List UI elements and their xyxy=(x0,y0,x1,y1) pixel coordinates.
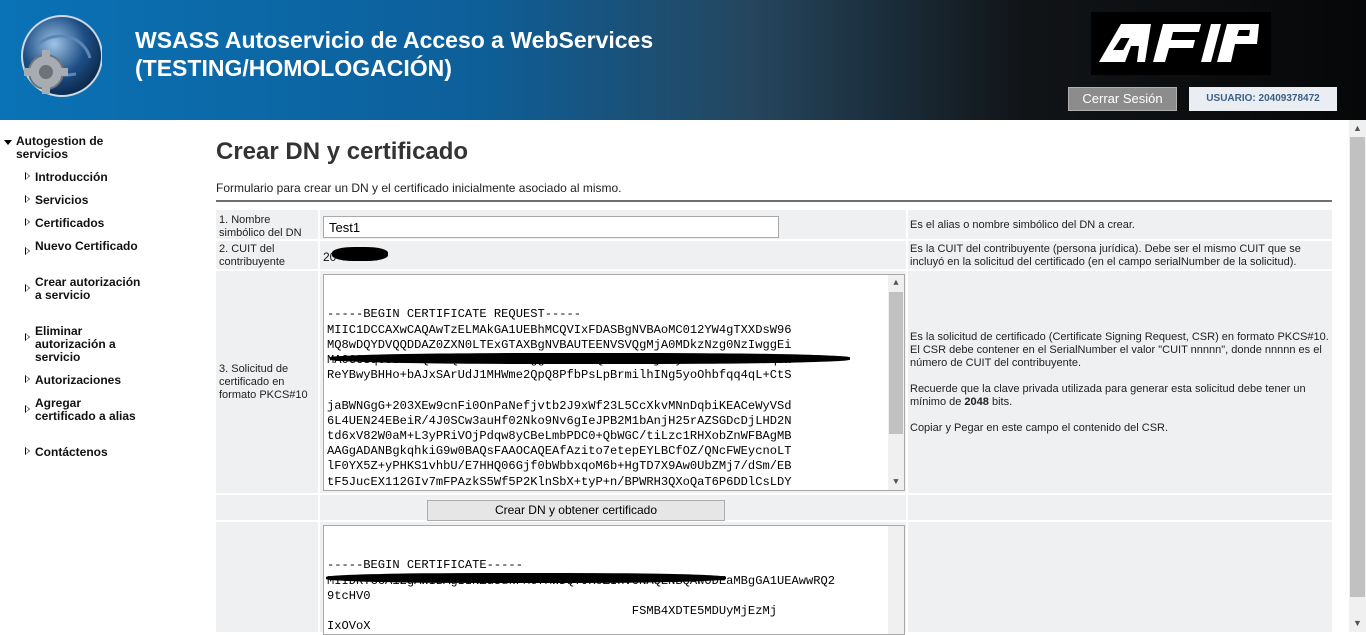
form-row-csr: 3. Solicitud de certificado en formato P… xyxy=(216,271,1332,493)
csr-cell: -----BEGIN CERTIFICATE REQUEST----- MIIC… xyxy=(320,271,906,493)
page-description: Formulario para crear un DN y el certifi… xyxy=(216,181,622,195)
logout-button[interactable]: Cerrar Sesión xyxy=(1068,87,1177,111)
user-badge: USUARIO: 20409378472 xyxy=(1189,87,1337,111)
sidebar-item-certificados[interactable]: Certificados xyxy=(24,217,144,230)
sidebar-heading[interactable]: Autogestion de servicios xyxy=(4,135,144,161)
scroll-up-icon[interactable]: ▲ xyxy=(888,275,904,291)
scroll-thumb[interactable] xyxy=(889,292,903,434)
app-header: WSASS Autoservicio de Acceso a WebServic… xyxy=(0,0,1366,120)
expand-triangle-icon xyxy=(25,375,30,383)
form-row-certificate: -----BEGIN CERTIFICATE----- MIIDRTCCAi2g… xyxy=(216,522,1332,635)
sidebar-item-label: Autorizaciones xyxy=(35,373,122,387)
sidebar-heading-label: Autogestion de servicios xyxy=(16,134,104,161)
collapse-triangle-icon xyxy=(4,140,12,145)
csr-help-p2-bits: 2048 xyxy=(964,396,989,408)
csr-help-p1: Es la solicitud de certificado (Certific… xyxy=(910,331,1329,369)
certificate-cell: -----BEGIN CERTIFICATE----- MIIDRTCCAi2g… xyxy=(320,522,906,635)
redaction-mark xyxy=(330,353,850,364)
sidebar-item-label: Certificados xyxy=(35,216,105,230)
sidebar-item-nuevo-certificado[interactable]: Nuevo Certificado xyxy=(24,239,144,255)
sidebar-item-label: Introducción xyxy=(35,170,108,184)
scroll-down-icon[interactable]: ▼ xyxy=(888,474,904,490)
sidebar-item-autorizaciones[interactable]: Autorizaciones xyxy=(24,374,144,387)
page-title: Crear DN y certificado xyxy=(216,138,469,165)
expand-triangle-icon xyxy=(25,172,30,180)
afip-logo-icon xyxy=(1099,24,1259,62)
alias-label: 1. Nombre simbólico del DN xyxy=(216,210,318,239)
certificate-label-cell xyxy=(216,522,318,632)
submit-spacer-right xyxy=(908,495,1332,520)
csr-label: 3. Solicitud de certificado en formato P… xyxy=(216,271,318,493)
app-title-line1: WSASS Autoservicio de Acceso a WebServic… xyxy=(135,27,654,53)
form-row-alias: 1. Nombre simbólico del DN Es el alias o… xyxy=(216,210,1332,239)
page-scroll-thumb[interactable] xyxy=(1350,137,1365,597)
redaction-mark xyxy=(332,247,388,261)
page-scrollbar[interactable]: ▲ ▼ xyxy=(1349,120,1366,632)
alias-input[interactable] xyxy=(323,216,779,238)
sidebar: Autogestion de servicios Introducción Se… xyxy=(0,120,200,632)
app-title-line2: (TESTING/HOMOLOGACIÓN) xyxy=(135,55,452,81)
sidebar-item-label: Contáctenos xyxy=(35,445,108,459)
sidebar-item-label: Crear autorización a servicio xyxy=(35,275,141,302)
expand-triangle-icon xyxy=(25,247,30,255)
cuit-label: 2. CUIT del contribuyente xyxy=(216,241,318,269)
form-row-submit: Crear DN y obtener certificado xyxy=(216,495,1332,521)
csr-help: Es la solicitud de certificado (Certific… xyxy=(908,271,1332,493)
sidebar-item-label: Servicios xyxy=(35,193,89,207)
create-dn-button[interactable]: Crear DN y obtener certificado xyxy=(427,500,725,521)
expand-triangle-icon xyxy=(25,284,30,292)
scroll-down-icon[interactable]: ▼ xyxy=(1349,615,1366,632)
submit-spacer-left xyxy=(216,495,318,520)
certificate-textarea[interactable]: -----BEGIN CERTIFICATE----- MIIDRTCCAi2g… xyxy=(323,525,905,635)
csr-content: -----BEGIN CERTIFICATE REQUEST----- MIIC… xyxy=(327,307,792,490)
scroll-up-icon[interactable]: ▲ xyxy=(1349,120,1366,137)
expand-triangle-icon xyxy=(25,333,30,341)
submit-cell: Crear DN y obtener certificado xyxy=(320,495,906,521)
redaction-mark xyxy=(326,573,726,583)
expand-triangle-icon xyxy=(25,218,30,226)
cuit-cell: 20 xyxy=(320,241,906,269)
cuit-help: Es la CUIT del contribuyente (persona ju… xyxy=(908,241,1332,269)
globe-gear-logo-icon xyxy=(21,15,102,97)
sidebar-item-label: Eliminar autorización a servicio xyxy=(35,324,116,364)
csr-scrollbar[interactable]: ▲ ▼ xyxy=(888,275,904,490)
sidebar-item-label: Agregar certificado a alias xyxy=(35,396,136,423)
sidebar-item-agregar-certificado[interactable]: Agregar certificado a alias xyxy=(24,397,144,423)
certificate-help-cell xyxy=(908,522,1332,632)
afip-logo xyxy=(1091,12,1271,75)
sidebar-item-contactenos[interactable]: Contáctenos xyxy=(24,446,144,459)
form-row-cuit: 2. CUIT del contribuyente 20 Es la CUIT … xyxy=(216,241,1332,269)
divider xyxy=(216,200,1332,202)
expand-triangle-icon xyxy=(25,405,30,413)
sidebar-item-eliminar-autorizacion[interactable]: Eliminar autorización a servicio xyxy=(24,325,144,364)
csr-help-p3: Copiar y Pegar en este campo el contenid… xyxy=(910,422,1169,434)
csr-help-p2: Recuerde que la clave privada utilizada … xyxy=(910,383,1330,409)
sidebar-item-label: Nuevo Certificado xyxy=(35,239,138,253)
csr-help-p2-after: bits. xyxy=(988,396,1013,408)
expand-triangle-icon xyxy=(25,195,30,203)
certificate-scrollbar[interactable] xyxy=(888,526,904,634)
certificate-content: -----BEGIN CERTIFICATE----- MIIDRTCCAi2g… xyxy=(327,558,835,634)
alias-cell xyxy=(320,210,906,239)
app-title: WSASS Autoservicio de Acceso a WebServic… xyxy=(135,26,653,82)
sidebar-item-servicios[interactable]: Servicios xyxy=(24,194,144,207)
sidebar-item-introduccion[interactable]: Introducción xyxy=(24,171,144,184)
csr-textarea[interactable]: -----BEGIN CERTIFICATE REQUEST----- MIIC… xyxy=(323,274,905,491)
sidebar-item-crear-autorizacion[interactable]: Crear autorización a servicio xyxy=(24,276,144,302)
expand-triangle-icon xyxy=(25,447,30,455)
alias-help: Es el alias o nombre simbólico del DN a … xyxy=(908,210,1332,239)
